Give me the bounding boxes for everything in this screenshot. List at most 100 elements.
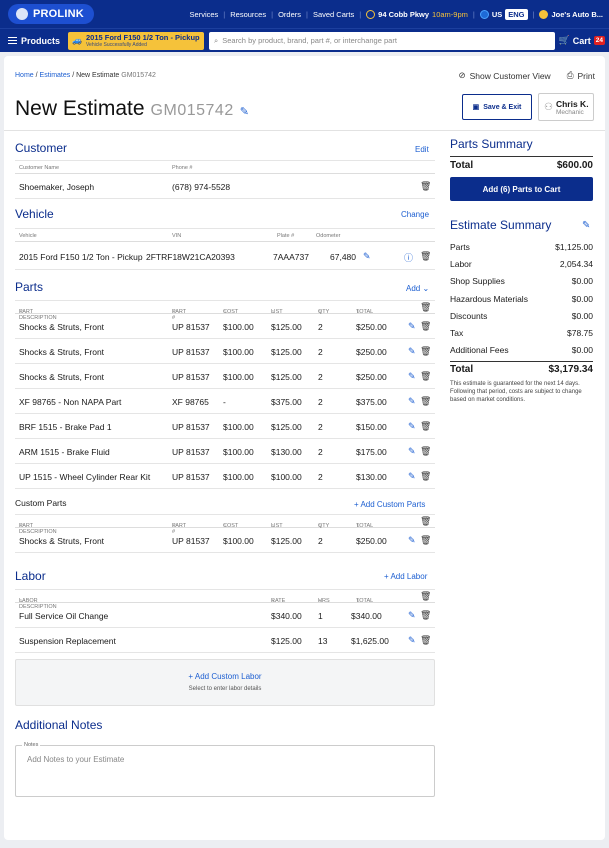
part-qty: 2 — [318, 397, 323, 407]
account-name: Joe's Auto B... — [551, 9, 603, 19]
part-row: Shocks & Struts, Front UP 81537 $100.00 $12… — [15, 528, 435, 553]
part-row: Shocks & Struts, Front UP 81537 $100.00 $12… — [15, 314, 435, 339]
user-badge[interactable]: ⚇ Chris K. Mechanic — [538, 93, 594, 121]
edit-labor-pencil-icon[interactable]: ✎ — [408, 610, 416, 621]
delete-all-parts-trash-icon[interactable]: 🗑 — [420, 302, 431, 313]
part-list-price: $130.00 — [271, 447, 302, 457]
vehicle-section-title: Vehicle — [15, 207, 54, 221]
labor-rate: $125.00 — [271, 636, 302, 646]
edit-part-pencil-icon[interactable]: ✎ — [408, 321, 416, 332]
delete-labor-trash-icon[interactable]: 🗑 — [420, 635, 431, 646]
summary-label: Hazardous Materials — [450, 293, 528, 304]
delete-part-trash-icon[interactable]: 🗑 — [420, 471, 431, 482]
edit-labor-pencil-icon[interactable]: ✎ — [408, 635, 416, 646]
delete-part-trash-icon[interactable]: 🗑 — [420, 346, 431, 357]
change-vehicle-button[interactable]: Change — [401, 210, 429, 219]
notes-placeholder: Add Notes to your Estimate — [27, 755, 125, 764]
nav-services[interactable]: Services — [190, 10, 219, 19]
search-input[interactable]: ⌕ Search by product, brand, part #, or in… — [209, 31, 556, 50]
breadcrumb-home[interactable]: Home — [15, 72, 34, 79]
delete-all-labor-trash-icon[interactable]: 🗑 — [420, 591, 431, 602]
estimate-summary-row: Labor 2,054.34 — [450, 259, 593, 269]
estimate-summary-row: Shop Supplies $0.00 — [450, 276, 593, 286]
nav-orders[interactable]: Orders — [278, 10, 301, 19]
edit-part-pencil-icon[interactable]: ✎ — [408, 421, 416, 432]
part-list-price: $125.00 — [271, 536, 302, 546]
delete-part-trash-icon[interactable]: 🗑 — [420, 321, 431, 332]
show-customer-view-button[interactable]: ⊘ Show Customer View — [458, 70, 550, 81]
custom-parts-table: Part Description ↑↓ Part # ↑↓ Cost ↑↓ Li… — [15, 514, 435, 553]
cart-button[interactable]: 🛒 Cart 24 — [559, 35, 605, 46]
part-cost: $100.00 — [223, 347, 254, 357]
part-row: ARM 1515 - Brake Fluid UP 81537 $100.00 $13… — [15, 439, 435, 464]
add-custom-labor-panel[interactable]: + Add Custom Labor Select to enter labor… — [15, 659, 435, 706]
labor-table: Labor Description ↑↓ Rate ↑↓ HRS ↑↓ Tota… — [15, 589, 435, 653]
estimate-summary-title: Estimate Summary — [450, 218, 552, 232]
delete-part-trash-icon[interactable]: 🗑 — [420, 446, 431, 457]
edit-part-pencil-icon[interactable]: ✎ — [408, 371, 416, 382]
page-title-label: New Estimate — [15, 97, 145, 120]
products-menu-button[interactable]: Products — [8, 36, 60, 46]
globe-icon — [479, 9, 489, 19]
part-cost: $100.00 — [223, 447, 254, 457]
part-description: Shocks & Struts, Front — [19, 536, 105, 546]
delete-part-trash-icon[interactable]: 🗑 — [420, 421, 431, 432]
nav-separator: | — [359, 9, 362, 19]
delete-vehicle-trash-icon[interactable]: 🗑 — [420, 251, 431, 262]
account-menu[interactable]: Joe's Auto B... — [539, 9, 603, 19]
part-description: Shocks & Struts, Front — [19, 322, 105, 332]
part-list-price: $125.00 — [271, 322, 302, 332]
edit-estimate-summary-pencil-icon[interactable]: ✎ — [582, 220, 590, 231]
part-number: XF 98765 — [172, 397, 209, 407]
delete-all-custom-parts-trash-icon[interactable]: 🗑 — [420, 516, 431, 527]
print-button[interactable]: ⎙ Print — [567, 70, 595, 81]
labor-description: Suspension Replacement — [19, 636, 116, 646]
vehicle-selector[interactable]: 🚙 2015 Ford F150 1/2 Ton - Pickup Vehicle… — [68, 31, 206, 50]
add-labor-button[interactable]: + Add Labor — [384, 572, 427, 581]
edit-customer-button[interactable]: Edit — [415, 145, 429, 154]
notes-field[interactable]: Notes Add Notes to your Estimate — [15, 742, 435, 797]
page-title: New Estimate GM015742 ✎ — [15, 97, 249, 121]
delete-labor-trash-icon[interactable]: 🗑 — [420, 610, 431, 621]
edit-title-pencil-icon[interactable]: ✎ — [240, 105, 249, 118]
col-vehicle: Vehicle — [19, 233, 37, 239]
save-exit-button[interactable]: ▣ Save & Exit — [462, 94, 532, 120]
store-location[interactable]: 94 Cobb Pkwy 10am-9pm — [366, 9, 468, 19]
edit-part-pencil-icon[interactable]: ✎ — [408, 535, 416, 546]
nav-saved-carts[interactable]: Saved Carts — [313, 10, 354, 19]
chevron-down-icon: ⌄ — [422, 284, 430, 293]
prolink-logo[interactable]: PROLINK — [8, 4, 94, 24]
add-custom-parts-button[interactable]: + Add Custom Parts — [354, 500, 425, 509]
delete-customer-trash-icon[interactable]: 🗑 — [420, 181, 431, 192]
custom-parts-title: Custom Parts — [15, 498, 67, 508]
labor-row: Suspension Replacement $125.00 13 $1,625.00… — [15, 628, 435, 653]
language-selector[interactable]: US ENG — [479, 8, 528, 20]
delete-part-trash-icon[interactable]: 🗑 — [420, 371, 431, 382]
edit-part-pencil-icon[interactable]: ✎ — [408, 346, 416, 357]
summary-label: Additional Fees — [450, 345, 509, 356]
edit-odometer-pencil-icon[interactable]: ✎ — [363, 251, 371, 262]
summary-value: $0.00 — [571, 293, 593, 304]
add-parts-button[interactable]: Add ⌄ — [406, 284, 429, 293]
parts-rows: Shocks & Struts, Front UP 81537 $100.00 $12… — [15, 314, 435, 489]
top-navigation-bar: PROLINK Services | Resources | Orders | Sav… — [0, 0, 609, 28]
part-list-price: $100.00 — [271, 472, 302, 482]
search-icon: ⌕ — [214, 35, 219, 45]
edit-part-pencil-icon[interactable]: ✎ — [408, 471, 416, 482]
vehicle-info-icon[interactable]: ⓘ — [404, 251, 413, 264]
delete-part-trash-icon[interactable]: 🗑 — [420, 535, 431, 546]
delete-part-trash-icon[interactable]: 🗑 — [420, 396, 431, 407]
printer-icon: ⎙ — [566, 70, 574, 80]
add-parts-to-cart-button[interactable]: Add (6) Parts to Cart — [450, 177, 593, 201]
edit-part-pencil-icon[interactable]: ✎ — [408, 446, 416, 457]
part-number: UP 81537 — [172, 347, 210, 357]
part-cost: $100.00 — [223, 536, 254, 546]
estimate-summary-row: Parts $1,125.00 — [450, 242, 593, 252]
summary-value: $0.00 — [571, 310, 593, 321]
nav-resources[interactable]: Resources — [230, 10, 266, 19]
part-qty: 2 — [318, 322, 323, 332]
edit-part-pencil-icon[interactable]: ✎ — [408, 396, 416, 407]
breadcrumb-estimates[interactable]: Estimates — [40, 72, 71, 79]
show-customer-view-label: Show Customer View — [469, 70, 551, 81]
part-cost: $100.00 — [223, 422, 254, 432]
